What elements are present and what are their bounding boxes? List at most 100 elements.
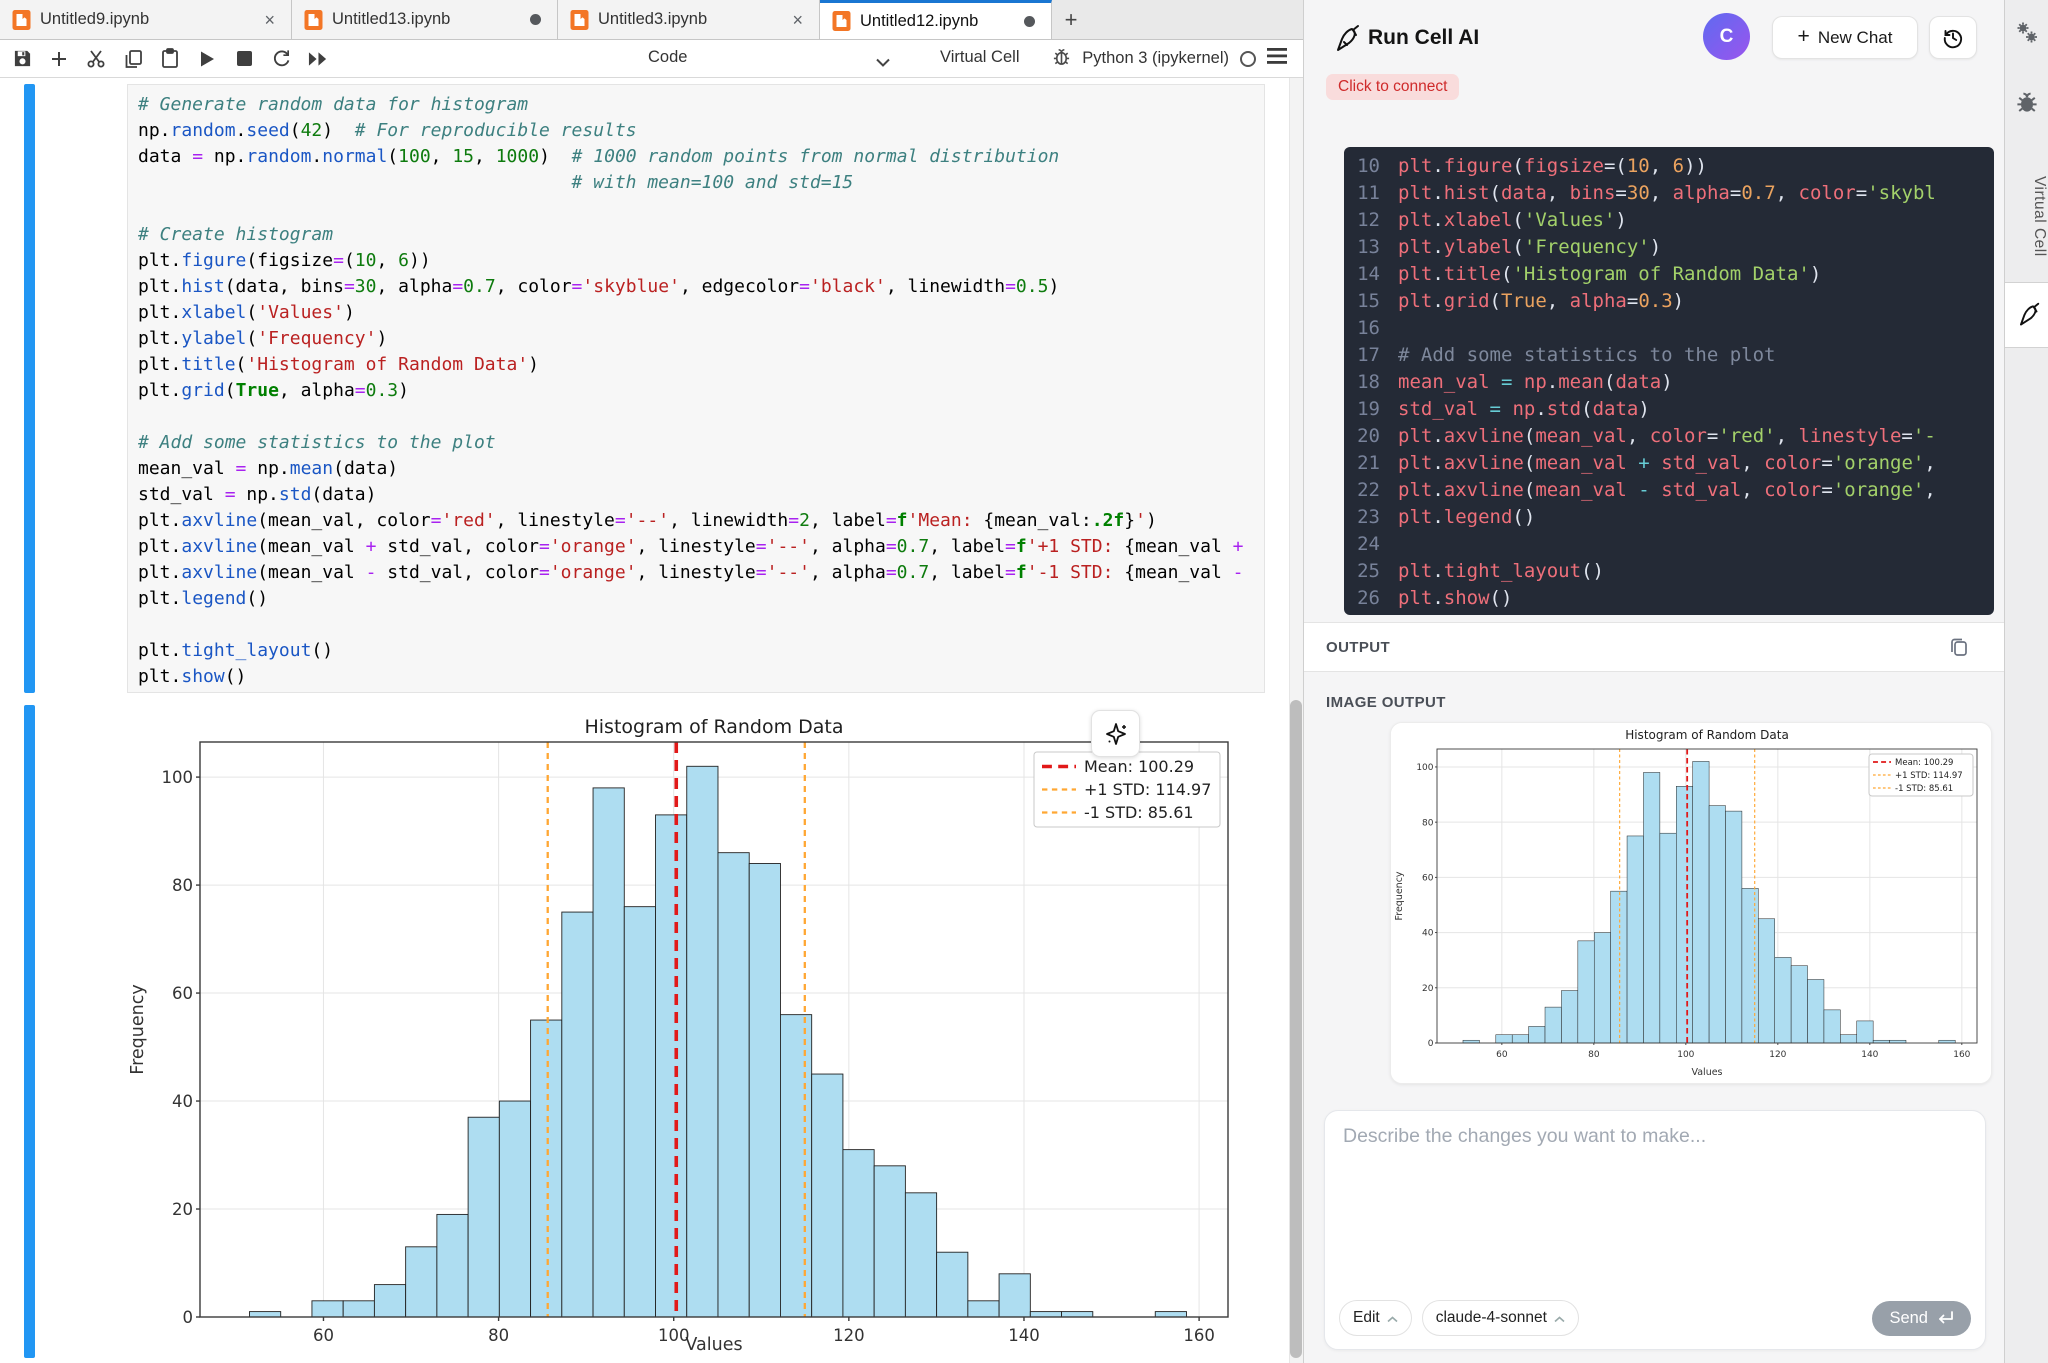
- stop-kernel-button[interactable]: [234, 49, 254, 69]
- image-output-card: 6080100120140160020406080100Histogram of…: [1390, 722, 1992, 1084]
- svg-text:160: 160: [1183, 1326, 1215, 1345]
- cell-type-dropdown[interactable]: Code: [648, 48, 687, 67]
- restart-kernel-button[interactable]: [271, 49, 291, 69]
- cell-collapser[interactable]: [24, 84, 35, 693]
- svg-text:120: 120: [833, 1326, 865, 1345]
- model-label: claude-4-sonnet: [1436, 1309, 1547, 1327]
- panel-title: Run Cell AI: [1368, 26, 1479, 50]
- send-button[interactable]: Send: [1872, 1301, 1971, 1336]
- image-output-header-label: IMAGE OUTPUT: [1326, 694, 1446, 711]
- svg-text:Values: Values: [1691, 1067, 1722, 1078]
- new-chat-button[interactable]: + New Chat: [1772, 16, 1918, 59]
- chat-input-card: Edit claude-4-sonnet Send: [1324, 1110, 1986, 1350]
- svg-text:40: 40: [1422, 929, 1434, 939]
- unsaved-dot-icon: [530, 14, 541, 25]
- svg-text:20: 20: [172, 1200, 193, 1219]
- scrollbar-thumb[interactable]: [1290, 700, 1302, 1358]
- svg-text:100: 100: [1416, 763, 1433, 773]
- kernel-status-icon: [1240, 51, 1256, 67]
- notebook-toolbar: Code Virtual Cell Python 3 (ipykernel): [0, 40, 1303, 78]
- output-collapser[interactable]: [24, 705, 35, 1358]
- copy-output-button[interactable]: [1948, 636, 1970, 664]
- chevron-up-icon: [1554, 1310, 1565, 1328]
- virtual-cell-toolbar-label: Virtual Cell: [940, 48, 1019, 67]
- run-cell-ai-rail-tab[interactable]: [2005, 282, 2048, 348]
- close-icon[interactable]: ×: [788, 10, 807, 30]
- paste-cell-button[interactable]: [160, 49, 180, 69]
- ai-sparkle-button[interactable]: [1091, 710, 1140, 757]
- svg-text:Histogram of Random Data: Histogram of Random Data: [1625, 728, 1789, 742]
- svg-text:80: 80: [172, 876, 193, 895]
- svg-text:140: 140: [1008, 1326, 1039, 1345]
- svg-text:100: 100: [162, 768, 194, 787]
- unsaved-dot-icon: [1024, 16, 1035, 27]
- send-label: Send: [1889, 1309, 1928, 1328]
- right-sidebar-rail: Virtual Cell: [2004, 0, 2048, 1363]
- cut-cell-button[interactable]: [86, 49, 106, 69]
- notebook-file-icon: [832, 10, 851, 32]
- settings-gears-icon[interactable]: [2005, 20, 2048, 46]
- chat-message-input[interactable]: [1343, 1125, 1963, 1275]
- output-section-header: OUTPUT: [1304, 622, 2004, 672]
- svg-text:Mean: 100.29: Mean: 100.29: [1895, 758, 1953, 768]
- svg-text:60: 60: [313, 1326, 334, 1345]
- ai-code-viewer: 10plt.figure(figsize=(10, 6))11plt.hist(…: [1344, 147, 1994, 615]
- notebook-file-icon: [304, 9, 323, 31]
- svg-text:20: 20: [1422, 984, 1434, 994]
- edit-mode-label: Edit: [1353, 1309, 1380, 1327]
- connect-status-badge[interactable]: Click to connect: [1326, 74, 1459, 100]
- tab-label: Untitled3.ipynb: [598, 10, 779, 29]
- notebook-file-icon: [570, 9, 589, 31]
- new-chat-label: New Chat: [1818, 28, 1893, 48]
- notebook-scrollbar[interactable]: [1289, 78, 1303, 1363]
- edit-mode-dropdown[interactable]: Edit: [1339, 1300, 1412, 1336]
- debugger-bug-icon[interactable]: [2005, 90, 2048, 114]
- copy-cell-button[interactable]: [123, 49, 143, 69]
- chevron-up-icon: [1387, 1310, 1398, 1328]
- tab-untitled9[interactable]: Untitled9.ipynb ×: [0, 0, 292, 39]
- code-cell-editor[interactable]: # Generate random data for histogramnp.r…: [127, 84, 1265, 693]
- app-window: Untitled9.ipynb × Untitled13.ipynb Untit…: [0, 0, 2048, 1363]
- notebook-scroll-area: # Generate random data for histogramnp.r…: [0, 78, 1303, 1363]
- add-cell-button[interactable]: [49, 49, 69, 69]
- svg-text:Frequency: Frequency: [1394, 871, 1405, 920]
- chat-history-button[interactable]: [1929, 16, 1977, 59]
- histogram-figure: 6080100120140160020406080100Histogram of…: [127, 705, 1242, 1357]
- kernel-name[interactable]: Python 3 (ipykernel): [1082, 49, 1229, 68]
- svg-text:60: 60: [1422, 874, 1434, 884]
- tab-untitled3[interactable]: Untitled3.ipynb ×: [558, 0, 820, 39]
- svg-text:0: 0: [1428, 1039, 1434, 1049]
- svg-text:0: 0: [183, 1308, 194, 1327]
- svg-text:-1 STD: 85.61: -1 STD: 85.61: [1895, 784, 1953, 794]
- tab-bar: Untitled9.ipynb × Untitled13.ipynb Untit…: [0, 0, 1303, 40]
- svg-text:Values: Values: [685, 1335, 742, 1355]
- svg-text:80: 80: [1588, 1050, 1600, 1060]
- tab-untitled12-active[interactable]: Untitled12.ipynb: [820, 0, 1052, 39]
- svg-text:80: 80: [488, 1326, 509, 1345]
- svg-text:120: 120: [1769, 1050, 1786, 1060]
- chevron-down-icon[interactable]: [876, 54, 890, 72]
- svg-text:40: 40: [172, 1092, 193, 1111]
- tab-label: Untitled12.ipynb: [860, 12, 1011, 31]
- svg-text:Histogram of Random Data: Histogram of Random Data: [584, 716, 843, 738]
- copy-icon: [1948, 636, 1970, 659]
- carrot-icon: [2014, 302, 2040, 328]
- save-button[interactable]: [12, 49, 32, 69]
- svg-text:-1 STD: 85.61: -1 STD: 85.61: [1084, 803, 1194, 822]
- history-clock-icon: [1941, 26, 1965, 50]
- close-icon[interactable]: ×: [260, 10, 279, 30]
- tab-untitled13[interactable]: Untitled13.ipynb: [292, 0, 558, 39]
- sparkle-icon: [1103, 721, 1129, 747]
- svg-text:80: 80: [1422, 818, 1434, 828]
- toolbar-menu-icon[interactable]: [1267, 48, 1287, 69]
- model-dropdown[interactable]: claude-4-sonnet: [1422, 1300, 1579, 1336]
- svg-text:60: 60: [1496, 1050, 1508, 1060]
- debugger-bug-icon[interactable]: [1052, 47, 1071, 71]
- restart-run-all-button[interactable]: [308, 49, 328, 69]
- svg-text:100: 100: [1677, 1050, 1694, 1060]
- new-tab-button[interactable]: +: [1052, 0, 1090, 39]
- user-avatar[interactable]: C: [1703, 13, 1750, 60]
- mini-histogram-figure: 6080100120140160020406080100Histogram of…: [1391, 723, 1991, 1083]
- output-header-label: OUTPUT: [1326, 639, 1390, 656]
- run-cell-button[interactable]: [197, 49, 217, 69]
